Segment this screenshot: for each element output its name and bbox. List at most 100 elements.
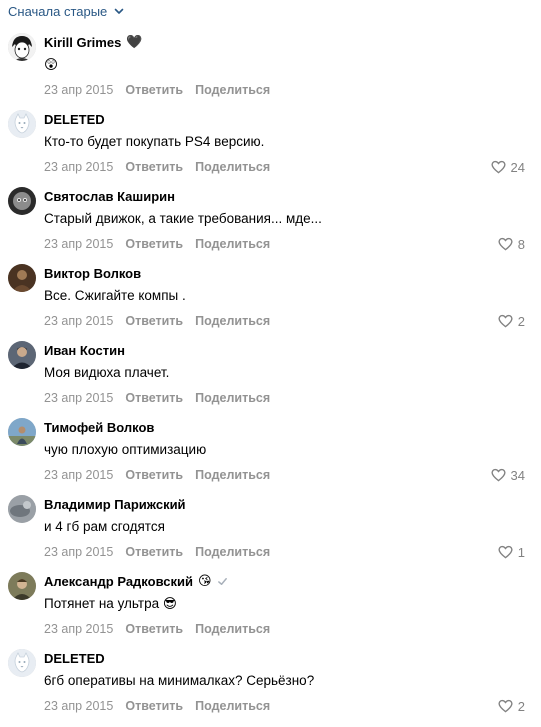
chevron-down-icon [114, 8, 124, 14]
heart-icon [498, 237, 513, 251]
comment-text: чую плохую оптимизацию [44, 442, 207, 457]
author-name[interactable]: Александр Радковский [44, 574, 193, 589]
reply-button[interactable]: Ответить [125, 237, 183, 251]
comment-body: Владимир Парижский и 4 гб рам сгодятся 2… [44, 496, 531, 560]
comment: DELETED Кто-то будет покупать PS4 версию… [0, 107, 541, 184]
author-name[interactable]: Иван Костин [44, 343, 125, 358]
comment: Иван Костин Моя видюха плачет. 23 апр 20… [0, 338, 541, 415]
comment-body: Александр Радковский 😘 Потянет на ультра… [44, 573, 531, 636]
avatar[interactable] [8, 418, 36, 446]
author-name[interactable]: DELETED [44, 112, 105, 127]
avatar[interactable] [8, 110, 36, 138]
comment-meta: 23 апр 2015 Ответить Поделиться 1 [44, 544, 531, 560]
author-row: Тимофей Волков [44, 419, 531, 435]
comment: Kirill Grimes 🖤 😲 23 апр 2015 Ответить П… [0, 30, 541, 107]
author-row: Виктор Волков [44, 265, 531, 281]
like-count: 34 [510, 467, 525, 483]
comment-text: Все. Сжигайте компы . [44, 288, 186, 303]
heart-icon [498, 699, 513, 713]
comment: Владимир Парижский и 4 гб рам сгодятся 2… [0, 492, 541, 569]
comment-date[interactable]: 23 апр 2015 [44, 468, 113, 482]
like-button[interactable]: 1 [498, 544, 525, 560]
share-button[interactable]: Поделиться [195, 83, 270, 97]
comment-date[interactable]: 23 апр 2015 [44, 314, 113, 328]
comment: Виктор Волков Все. Сжигайте компы . 23 а… [0, 261, 541, 338]
avatar[interactable] [8, 341, 36, 369]
author-name[interactable]: Тимофей Волков [44, 420, 154, 435]
like-count: 24 [510, 159, 525, 175]
reply-button[interactable]: Ответить [125, 314, 183, 328]
sort-label: Сначала старые [8, 3, 108, 19]
share-button[interactable]: Поделиться [195, 545, 270, 559]
comment-date[interactable]: 23 апр 2015 [44, 622, 113, 636]
like-button[interactable]: 2 [498, 698, 525, 714]
share-button[interactable]: Поделиться [195, 160, 270, 174]
author-row: Владимир Парижский [44, 496, 531, 512]
like-button[interactable]: 24 [490, 159, 525, 175]
heart-icon [490, 160, 506, 174]
comment-date[interactable]: 23 апр 2015 [44, 699, 113, 713]
like-count: 8 [517, 236, 525, 252]
author-name[interactable]: DELETED [44, 651, 105, 666]
reply-button[interactable]: Ответить [125, 468, 183, 482]
share-button[interactable]: Поделиться [195, 699, 270, 713]
author-row: Святослав Каширин [44, 188, 531, 204]
comment-body: Виктор Волков Все. Сжигайте компы . 23 а… [44, 265, 531, 329]
reply-button[interactable]: Ответить [125, 622, 183, 636]
author-name[interactable]: Виктор Волков [44, 266, 141, 281]
comments-list: Kirill Grimes 🖤 😲 23 апр 2015 Ответить П… [0, 30, 541, 723]
comment-date[interactable]: 23 апр 2015 [44, 545, 113, 559]
comment-text: Потянет на ультра 😎 [44, 596, 177, 611]
share-button[interactable]: Поделиться [195, 391, 270, 405]
comment-date[interactable]: 23 апр 2015 [44, 160, 113, 174]
share-button[interactable]: Поделиться [195, 314, 270, 328]
author-row: Иван Костин [44, 342, 531, 358]
comment: DELETED 6гб оперативы на минималках? Сер… [0, 646, 541, 723]
comment-meta: 23 апр 2015 Ответить Поделиться 34 [44, 467, 531, 483]
comment-date[interactable]: 23 апр 2015 [44, 83, 113, 97]
comment-text: Моя видюха плачет. [44, 365, 170, 380]
avatar[interactable] [8, 572, 36, 600]
heart-icon [498, 314, 513, 328]
sort-dropdown[interactable]: Сначала старые [8, 2, 125, 20]
author-name[interactable]: Святослав Каширин [44, 189, 175, 204]
comment-text: и 4 гб рам сгодятся [44, 519, 165, 534]
like-button[interactable]: 8 [498, 236, 525, 252]
avatar[interactable] [8, 187, 36, 215]
comment-date[interactable]: 23 апр 2015 [44, 391, 113, 405]
comment-meta: 23 апр 2015 Ответить Поделиться [44, 621, 531, 637]
author-row: Kirill Grimes 🖤 [44, 34, 531, 50]
author-row: DELETED [44, 111, 531, 127]
reply-button[interactable]: Ответить [125, 699, 183, 713]
comment-text: Кто-то будет покупать PS4 версию. [44, 134, 265, 149]
share-button[interactable]: Поделиться [195, 468, 270, 482]
comment-text: 6гб оперативы на минималках? Серьёзно? [44, 673, 315, 688]
comment-body: Иван Костин Моя видюха плачет. 23 апр 20… [44, 342, 531, 406]
like-button[interactable]: 34 [490, 467, 525, 483]
like-button[interactable]: 2 [498, 313, 525, 329]
avatar[interactable] [8, 495, 36, 523]
share-button[interactable]: Поделиться [195, 237, 270, 251]
avatar[interactable] [8, 264, 36, 292]
comment-text: Старый движок, а такие требования... мде… [44, 211, 322, 226]
avatar[interactable] [8, 33, 36, 61]
share-button[interactable]: Поделиться [195, 622, 270, 636]
author-name[interactable]: Владимир Парижский [44, 497, 186, 512]
author-row: Александр Радковский 😘 [44, 573, 531, 589]
comment-date[interactable]: 23 апр 2015 [44, 237, 113, 251]
comment: Тимофей Волков чую плохую оптимизацию 23… [0, 415, 541, 492]
avatar[interactable] [8, 649, 36, 677]
author-row: DELETED [44, 650, 531, 666]
heart-icon [490, 468, 506, 482]
reply-button[interactable]: Ответить [125, 545, 183, 559]
comment-meta: 23 апр 2015 Ответить Поделиться 8 [44, 236, 531, 252]
checkmark-icon [217, 577, 227, 585]
comment-body: Kirill Grimes 🖤 😲 23 апр 2015 Ответить П… [44, 34, 531, 97]
comment-meta: 23 апр 2015 Ответить Поделиться 2 [44, 313, 531, 329]
author-name[interactable]: Kirill Grimes [44, 35, 121, 50]
author-emoji: 🖤 [126, 34, 143, 49]
comment-body: Святослав Каширин Старый движок, а такие… [44, 188, 531, 252]
reply-button[interactable]: Ответить [125, 160, 183, 174]
reply-button[interactable]: Ответить [125, 83, 183, 97]
reply-button[interactable]: Ответить [125, 391, 183, 405]
